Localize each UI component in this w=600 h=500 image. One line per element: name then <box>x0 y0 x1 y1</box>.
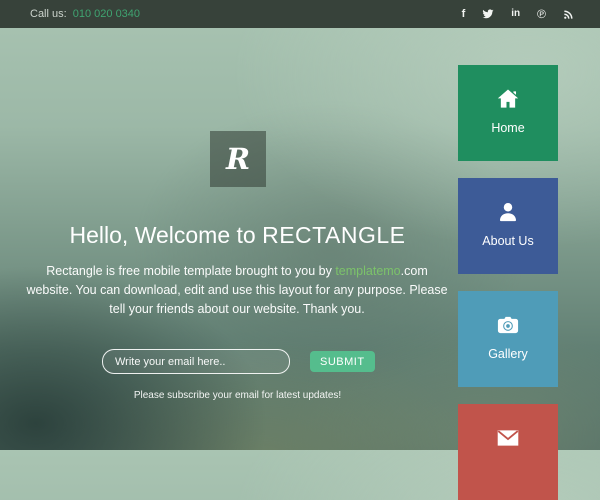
heading-brand: RECTANGLE <box>262 222 405 248</box>
menu-item-label: About Us <box>482 234 533 248</box>
menu-item-home[interactable]: Home <box>458 65 558 161</box>
logo: R <box>210 131 266 187</box>
menu-item-label: Gallery <box>488 347 528 361</box>
topbar: Call us: 010 020 0340 f in ℗ <box>0 0 600 28</box>
pinterest-icon[interactable]: ℗ <box>537 8 546 20</box>
user-icon <box>495 199 521 225</box>
email-input[interactable] <box>102 349 290 374</box>
phone-number[interactable]: 010 020 0340 <box>73 8 140 20</box>
subscribe-form: SUBMIT <box>102 349 375 374</box>
logo-letter: R <box>226 142 250 176</box>
envelope-icon <box>495 425 521 451</box>
facebook-icon[interactable]: f <box>462 9 466 20</box>
description-text: Rectangle is free mobile template brough… <box>46 264 335 278</box>
linkedin-icon[interactable]: in <box>511 9 520 19</box>
subscribe-note: Please subscribe your email for latest u… <box>0 390 475 401</box>
home-icon <box>495 86 521 112</box>
menu-item-about[interactable]: About Us <box>458 178 558 274</box>
page-title: Hello, Welcome to RECTANGLE <box>0 222 475 249</box>
rss-icon[interactable] <box>563 9 574 20</box>
templatemo-link[interactable]: templatemo <box>335 264 400 278</box>
camera-icon <box>495 312 521 338</box>
menu-item-gallery[interactable]: Gallery <box>458 291 558 387</box>
twitter-icon[interactable] <box>482 8 494 20</box>
heading-prefix: Hello, Welcome to <box>70 222 263 248</box>
call-label: Call us: <box>30 8 67 20</box>
menu-item-label: Home <box>491 121 524 135</box>
submit-button[interactable]: SUBMIT <box>310 351 375 372</box>
social-links: f in ℗ <box>462 8 574 20</box>
description: Rectangle is free mobile template brough… <box>22 262 452 319</box>
sidebar-menu: Home About Us Gallery <box>458 65 558 500</box>
call-us: Call us: 010 020 0340 <box>30 8 140 20</box>
menu-item-contact[interactable] <box>458 404 558 500</box>
